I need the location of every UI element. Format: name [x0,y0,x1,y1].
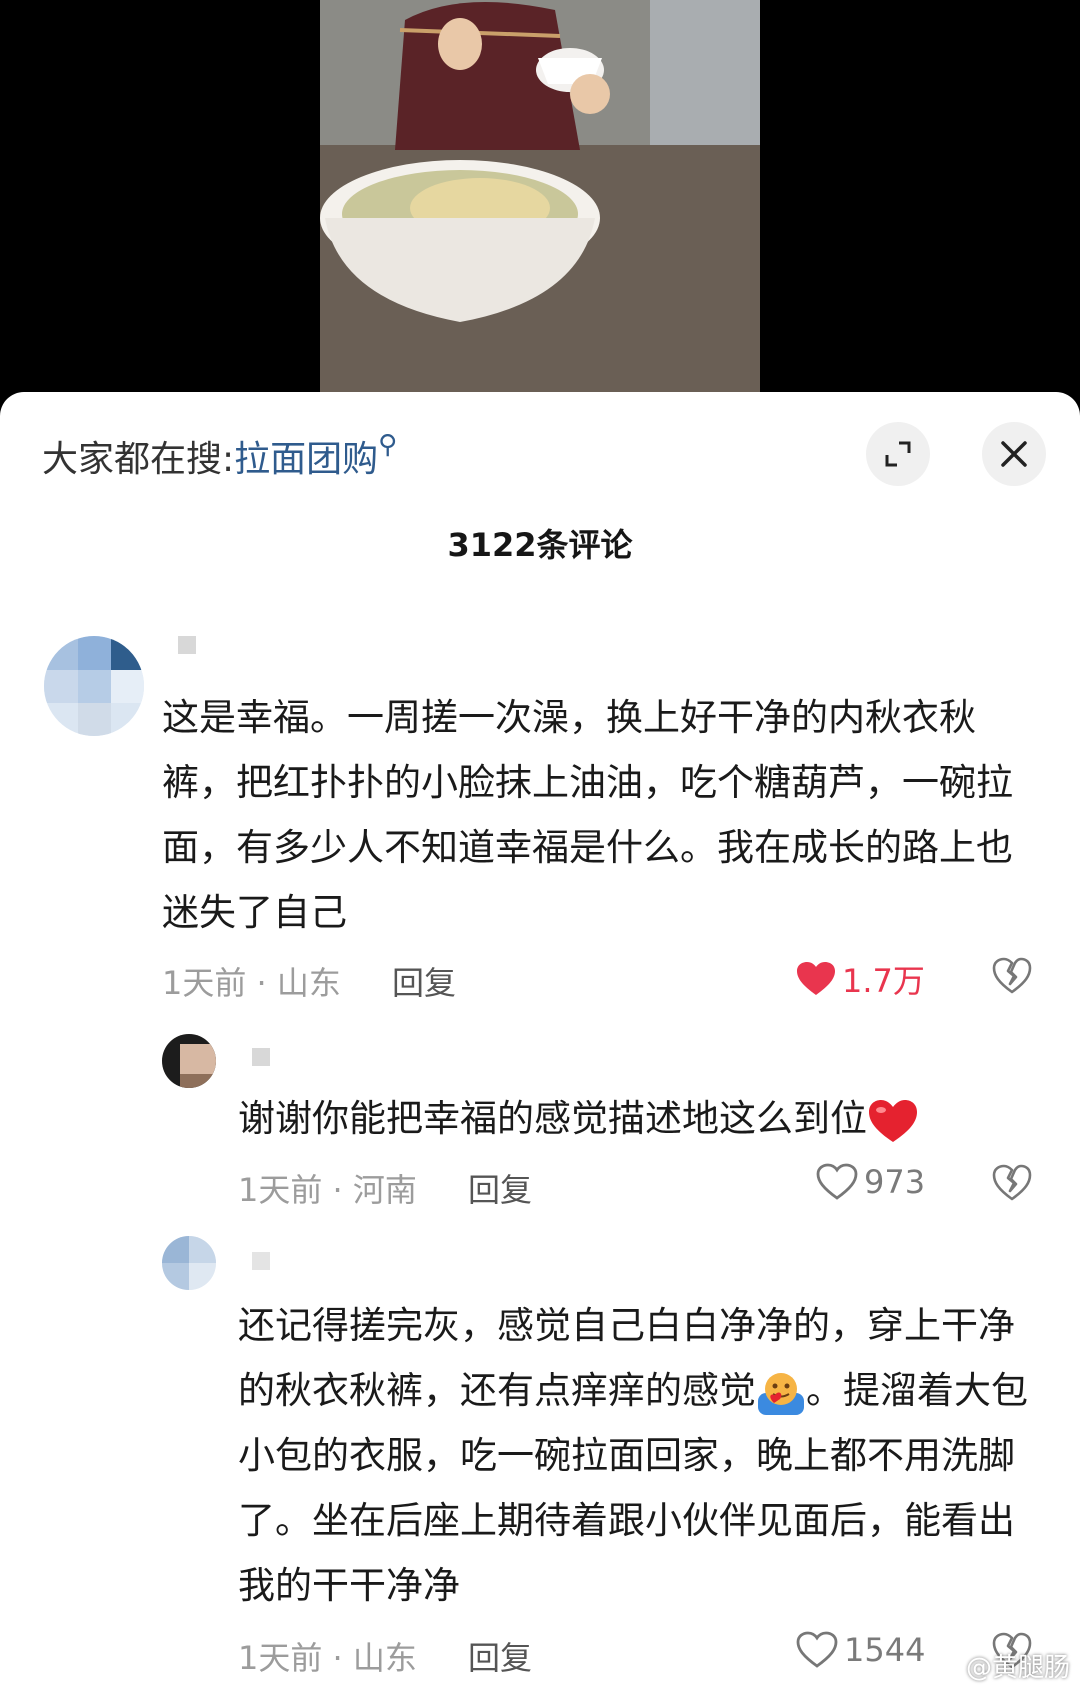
comment-count: 3122条评论 [447,526,633,564]
broken-heart-icon [992,957,1032,994]
like-button[interactable]: 973 [816,1163,925,1201]
username-redacted[interactable] [252,1048,270,1066]
avatar[interactable] [44,636,144,736]
like-count: 1.7万 [842,962,925,1000]
watermark: @黄腿肠 [929,1647,1070,1684]
like-button[interactable]: 1544 [796,1631,925,1669]
search-icon: ⚲ [378,430,398,460]
avatar[interactable] [162,1236,216,1290]
like-button[interactable]: 1.7万 [796,956,925,1002]
weibo-logo-icon [929,1654,959,1678]
heart-outline-icon [816,1163,858,1200]
search-keyword-link[interactable]: 拉面团购 [234,439,378,480]
dislike-button[interactable] [992,957,1032,999]
post-photo [320,0,760,392]
reply-button[interactable]: 回复 [468,1633,532,1679]
avatar[interactable] [162,1034,216,1088]
like-count: 973 [864,1163,926,1201]
close-icon [1001,441,1027,467]
username-redacted[interactable] [252,1252,270,1270]
heart-outline-icon [796,1631,838,1668]
comment-text: 这是幸福。一周搓一次澡，换上好干净的内秋衣秋裤，把红扑扑的小脸抹上油油，吃个糖葫… [162,696,1013,934]
expand-button[interactable] [866,422,930,486]
comment-meta: 1天前 · 山东 [238,1639,417,1677]
username-redacted[interactable] [178,636,196,654]
red-heart-emoji-icon [869,1099,917,1142]
reply-button[interactable]: 回复 [468,1165,532,1211]
dislike-button[interactable] [992,1164,1032,1206]
reply-button[interactable]: 回复 [392,958,456,1004]
comment-meta: 1天前 · 河南 [238,1171,417,1209]
expand-icon [885,441,911,467]
search-prefix: 大家都在搜: [42,439,235,480]
like-count: 1544 [844,1631,926,1669]
comment-meta: 1天前 · 山东 [162,964,341,1002]
hugging-emoji-icon [758,1372,804,1415]
broken-heart-icon [992,1164,1032,1201]
close-button[interactable] [982,422,1046,486]
watermark-text: @黄腿肠 [965,1653,1070,1683]
heart-filled-icon [797,962,835,995]
comment-text: 还记得搓完灰，感觉自己白白净净的，穿上干净的秋衣秋裤，还有点痒痒的感觉 。提溜着大… [238,1293,1038,1618]
comment-text: 谢谢你能把幸福的感觉描述地这么到位 [238,1086,1038,1151]
comment-text-body: 谢谢你能把幸福的感觉描述地这么到位 [238,1097,867,1140]
trending-search-bar[interactable]: 大家都在搜:拉面团购⚲ [42,430,397,482]
